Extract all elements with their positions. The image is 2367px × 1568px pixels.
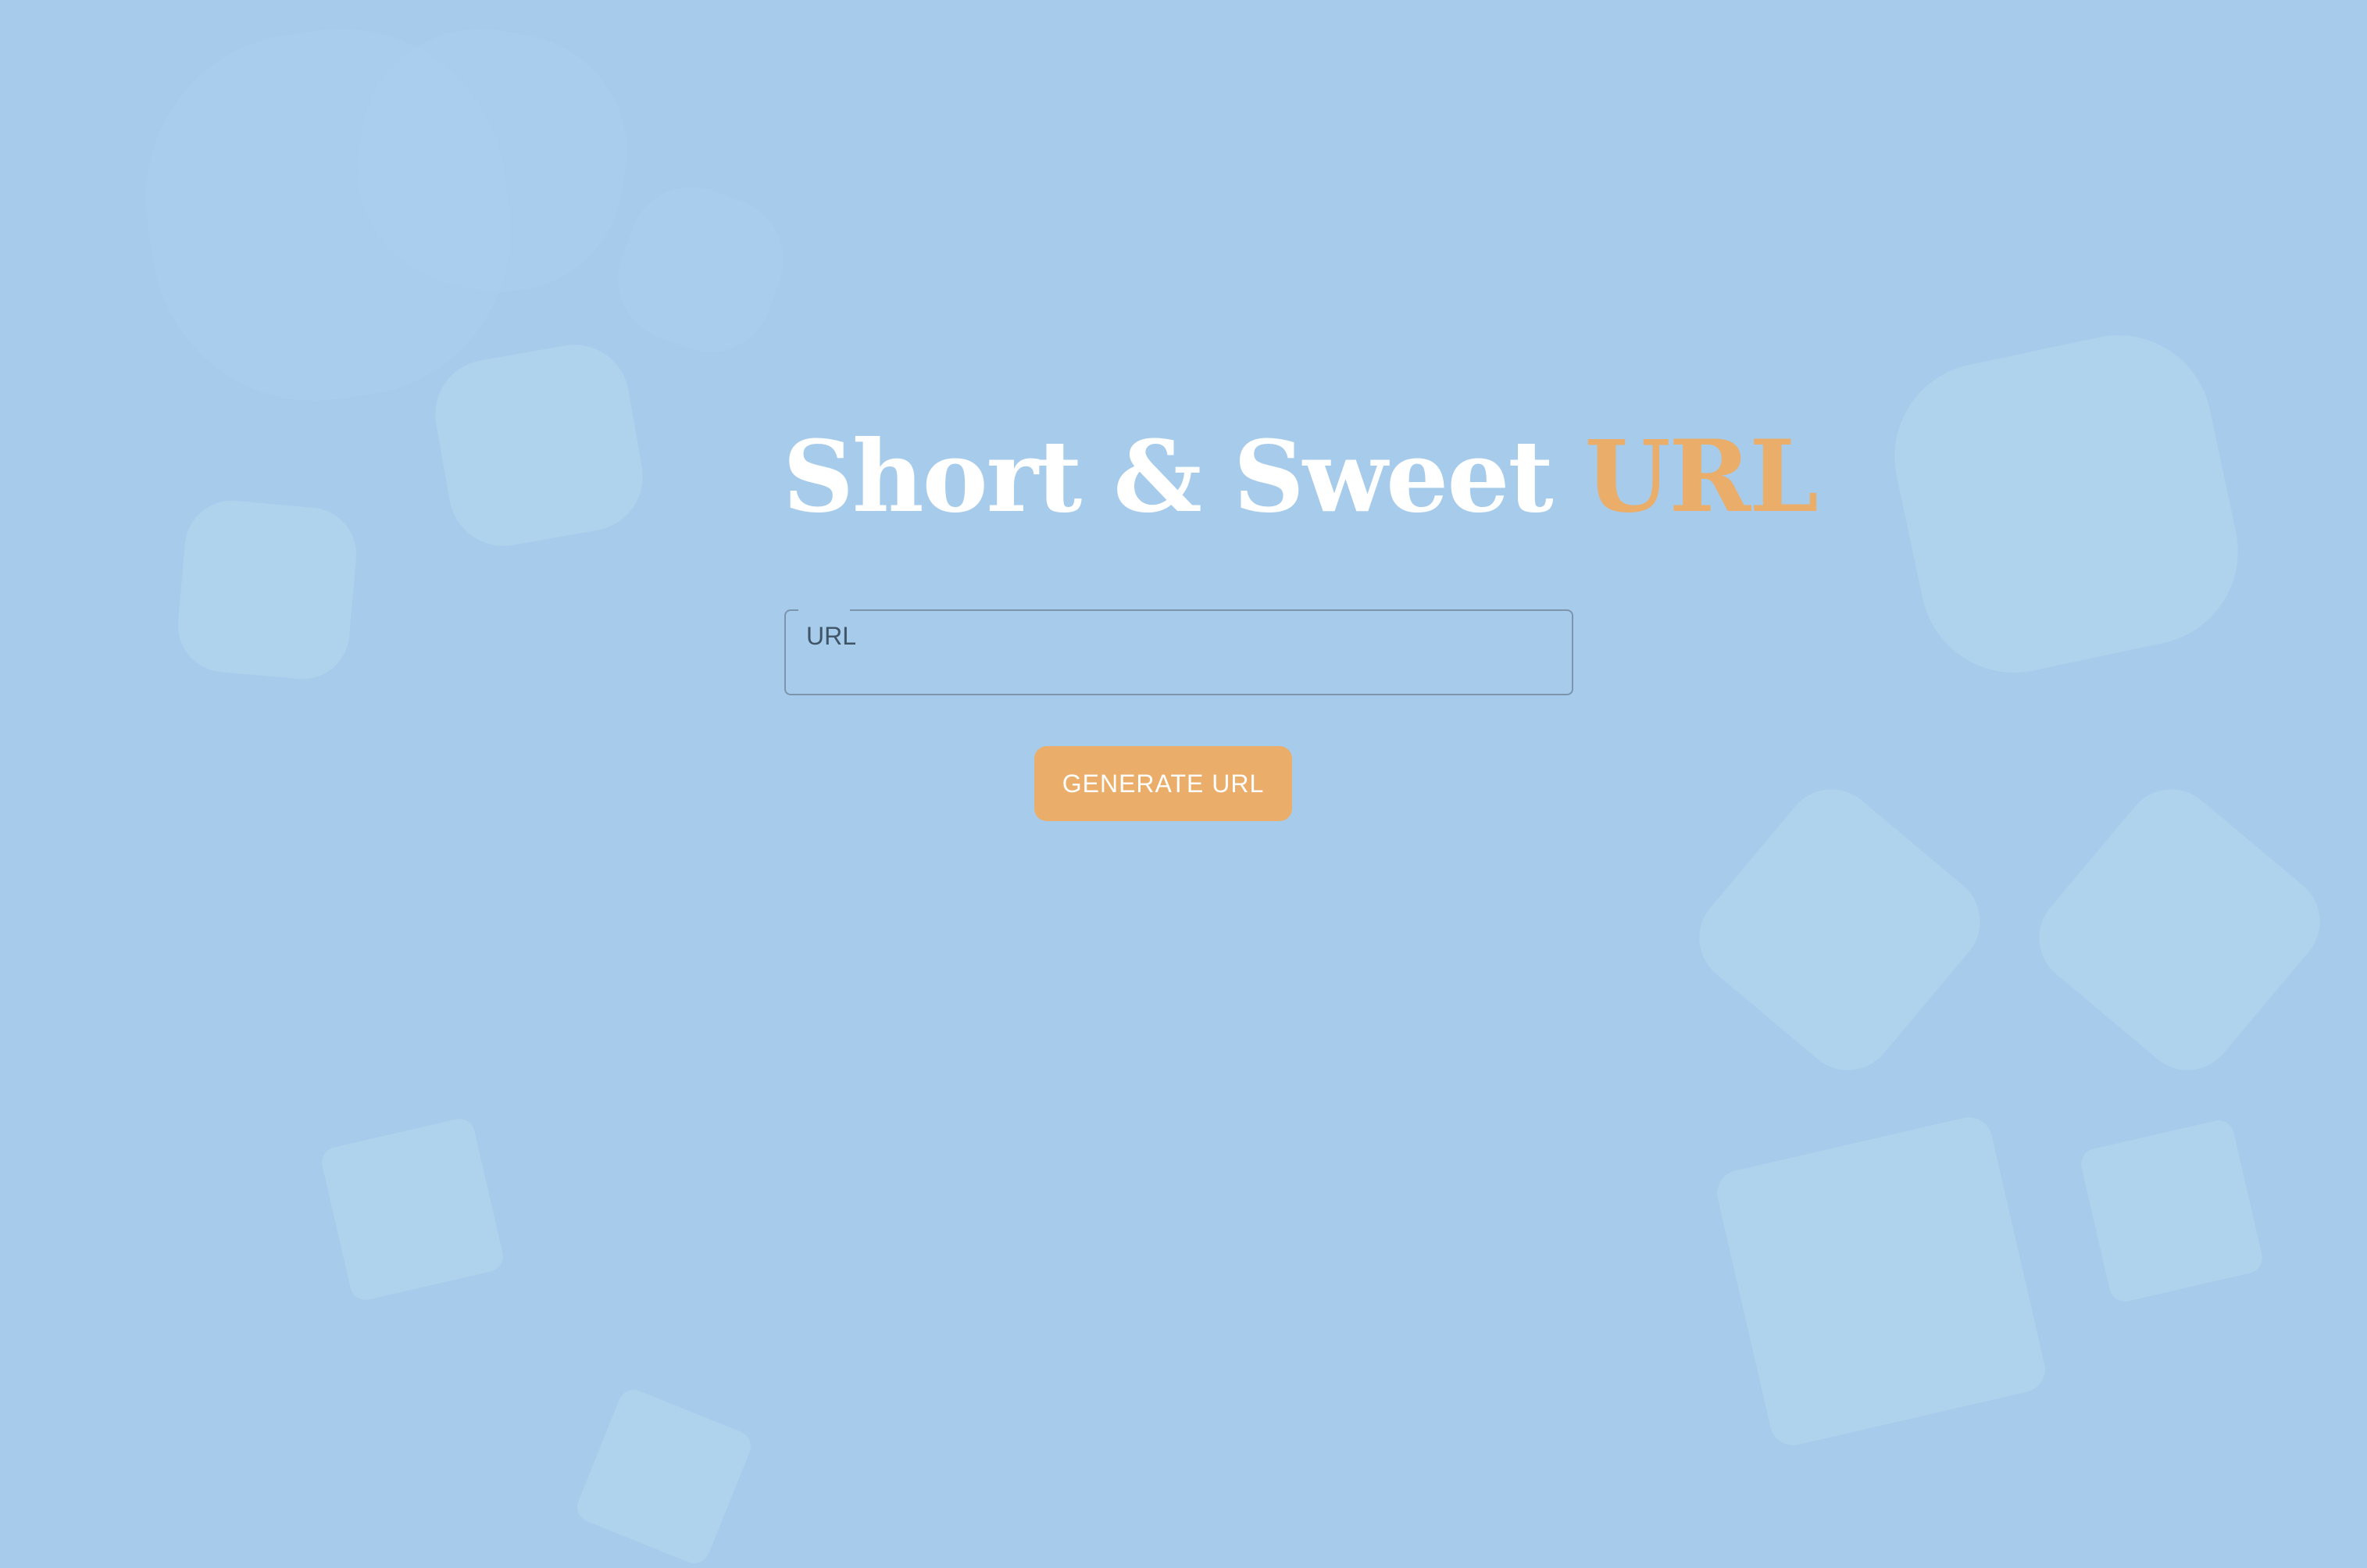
title-accent: URL — [1584, 419, 1819, 534]
url-input[interactable] — [806, 650, 1551, 691]
title-main: Short & Sweet — [783, 419, 1554, 534]
field-label-notch — [798, 608, 850, 614]
main-content: Short & Sweet URL URL GENERATE URL — [0, 0, 2367, 1456]
url-field[interactable]: URL — [784, 608, 1573, 695]
url-field-label: URL — [806, 622, 857, 650]
page-title: Short & Sweet URL — [783, 414, 1819, 539]
generate-url-button[interactable]: GENERATE URL — [1034, 746, 1292, 821]
